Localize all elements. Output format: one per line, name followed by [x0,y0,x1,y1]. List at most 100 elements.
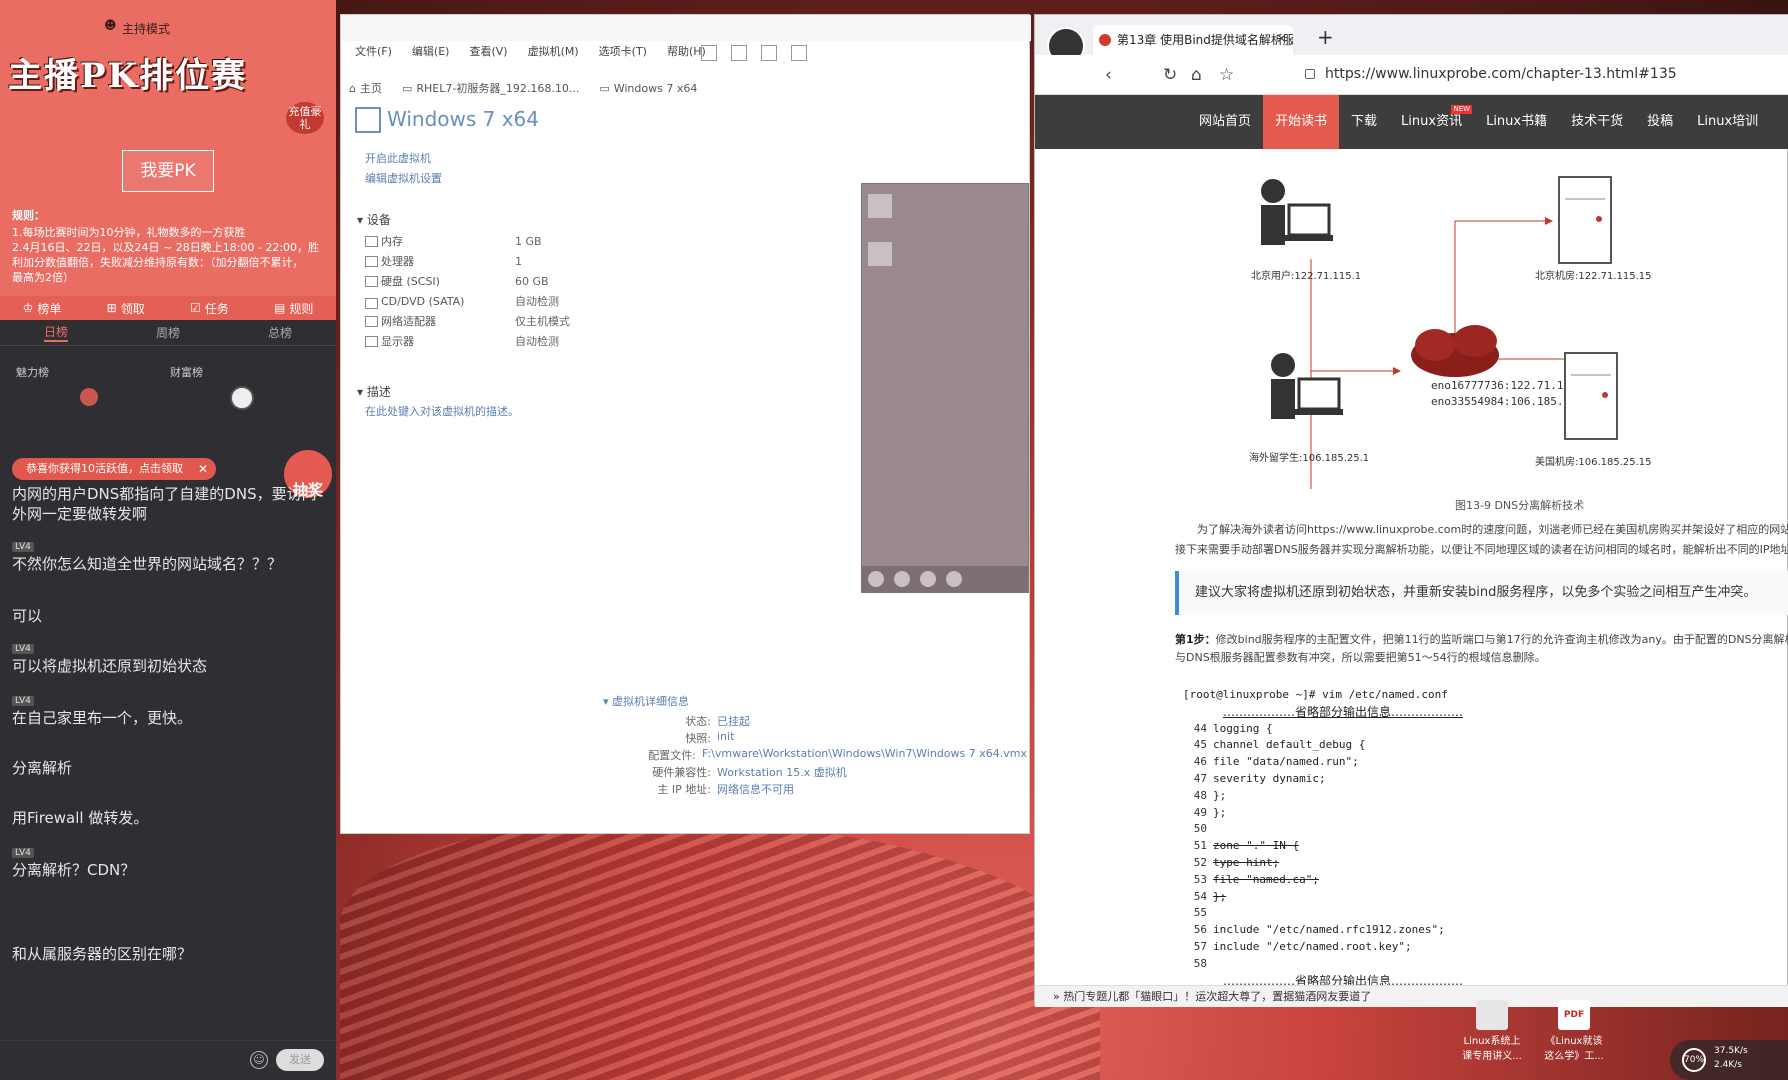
site-nav-item[interactable]: 开始读书 [1263,95,1340,149]
device-row[interactable]: 内存 1 GB [365,231,645,251]
paragraph-2: 接下来需要手动部署DNS服务器并实现分离解析功能，以便让不同地理区域的读者在访问… [1175,543,1788,556]
ranking-row: 魅力榜 财富榜 [0,356,336,426]
device-row[interactable]: 网络适配器 仅主机模式 [365,311,645,331]
reload-icon[interactable]: ↻ [1163,65,1177,85]
revert-icon[interactable] [761,45,777,61]
power-icon[interactable] [701,45,717,61]
gift-notice[interactable]: 恭喜你获得10活跃值，点击领取 ✕ [12,458,216,480]
fullscreen-icon[interactable] [791,45,807,61]
chat-message-text: 不然你怎么知道全世界的网站域名？？？ [12,555,283,573]
site-nav-item[interactable]: Linux培训 [1685,95,1770,149]
new-tab-icon[interactable]: + [1317,25,1334,49]
code-line: 46 file "data/named.run"; [1183,754,1788,771]
browser-tabbar: 第13章 使用Bind提供域名解析服务 ✕ + [1035,15,1788,65]
site-nav-item[interactable]: Linux资讯 NEW [1389,95,1474,149]
tab-rules[interactable]: ▤ 规则 [274,300,313,317]
code-line: 48}; [1183,788,1788,805]
site-nav-item[interactable]: Linux书籍 [1474,95,1559,149]
server-us-icon [1564,352,1618,440]
code-line-number: 54 [1193,889,1207,903]
avatar[interactable] [80,388,98,406]
vm-detail-key: 状态: [685,715,711,728]
description-field[interactable]: 在此处键入对该虚拟机的描述。 [365,403,519,419]
close-icon[interactable]: ✕ [198,458,208,480]
tab-daily[interactable]: 日榜 [43,323,68,342]
emoji-icon[interactable]: ☺ [250,1051,268,1069]
menu-file[interactable]: 文件(F) [355,43,392,65]
live-stream-panel: ☻ 主持模式 主播PK排位赛 充值豪礼 我要PK 规则： 1.每场比赛时间为10… [0,0,336,1080]
device-row[interactable]: CD/DVD (SATA) 自动检测 [365,291,645,311]
site-nav-item[interactable]: 网站首页 [1187,95,1263,149]
code-line-text: type hint; [1213,855,1280,869]
power-on-link[interactable]: 开启此虚拟机 [365,149,442,169]
device-name: 内存 [365,233,515,249]
vm-details-header[interactable]: ▾ 虚拟机详细信息 [603,693,1027,709]
menu-view[interactable]: 查看(V) [469,43,507,65]
tab-weekly[interactable]: 周榜 [156,324,180,341]
devices-header[interactable]: ▾ 设备 [357,211,391,228]
tab-rankings[interactable]: ♔ 榜单 [23,300,62,317]
host-mode-label: 主持模式 [122,22,171,36]
chat-message: 分离解析 [12,744,330,778]
vm-screen-preview[interactable] [861,183,1029,593]
device-row[interactable]: 显示器 自动检测 [365,331,645,351]
rules-title: 规则： [12,209,45,222]
edit-settings-link[interactable]: 编辑虚拟机设置 [365,169,442,189]
code-line: 57 include "/etc/named.root.key"; [1183,939,1788,956]
upload-speed: 37.5K/s [1714,1046,1748,1056]
chat-input-row: ☺ 发送 [0,1040,336,1080]
menu-vm[interactable]: 虚拟机(M) [528,43,579,65]
close-icon[interactable]: ✕ [1276,25,1287,55]
site-nav-item[interactable]: 下载 [1339,95,1389,149]
site-nav-item[interactable]: 技术干货 [1559,95,1635,149]
topup-gift-badge[interactable]: 充值豪礼 [286,102,324,134]
site-nav-item[interactable]: 投稿 [1635,95,1685,149]
code-line-text: severity dynamic; [1213,771,1326,785]
step-1-text-2: 与DNS根服务器配置参数有冲突，所以需要把第51～54行的根域信息删除。 [1175,651,1546,664]
desktop-file-lecture-notes[interactable]: Linux系统上课专用讲义... [1460,1000,1524,1062]
menu-help[interactable]: 帮助(H) [667,43,706,65]
rules-line-3: 最高为2倍） [12,271,74,284]
tab-total[interactable]: 总榜 [268,324,292,341]
send-button[interactable]: 发送 [276,1049,324,1071]
vm-detail-value: 网络信息不可用 [717,783,794,796]
url-field[interactable]: https://www.linuxprobe.com/chapter-13.ht… [1325,66,1677,82]
desktop-file-book-pdf[interactable]: PDF 《Linux就该这么学》工... [1542,1000,1606,1062]
device-value: 自动检测 [515,295,559,308]
tab-claim[interactable]: ⊞ 领取 [107,300,145,317]
menu-edit[interactable]: 编辑(E) [412,43,450,65]
recycle-bin-icon [868,194,892,218]
device-row[interactable]: 硬盘 (SCSI) 60 GB [365,271,645,291]
browser-tab[interactable]: 第13章 使用Bind提供域名解析服务 ✕ [1093,25,1293,55]
avatar[interactable] [230,386,254,410]
network-speed-widget[interactable]: 70% 37.5K/s 2.4K/s [1670,1040,1788,1080]
tab-home[interactable]: ⌂ 主页 [349,77,382,99]
user-beijing-label: 北京用户:122.71.115.1 [1251,269,1361,282]
server-us-label: 美国机房:106.185.25.15 [1535,455,1652,468]
code-line-number: 58 [1193,956,1207,970]
code-line-text: logging { [1213,721,1273,735]
device-name: CD/DVD (SATA) [365,295,515,309]
code-omit-line: ………………省略部分输出信息……………… [1223,704,1464,719]
tab-rhel7[interactable]: ▭ RHEL7-初服务器_192.168.10... [402,77,579,99]
vm-detail-row: 状态: 已挂起 [597,713,1027,730]
device-row[interactable]: 处理器 1 [365,251,645,271]
wealth-rank-label: 财富榜 [170,366,203,379]
menu-tabs[interactable]: 选项卡(T) [599,43,647,65]
back-icon[interactable]: ‹ [1105,65,1112,85]
status-news-text[interactable]: 热门专题儿都「猫眼口」！运次超大尊了，置据猫酒网友要道了 [1063,990,1371,1003]
new-badge: NEW [1451,105,1473,114]
snapshot-icon[interactable] [731,45,747,61]
description-header[interactable]: ▾ 描述 [357,383,391,400]
address-bar: ‹ ↻ ⌂ ☆ https://www.linuxprobe.com/chapt… [1035,55,1788,95]
pdf-icon: PDF [1558,1000,1590,1030]
tab-win7[interactable]: ▭ Windows 7 x64 [599,77,697,99]
home-icon[interactable]: ⌂ [1191,65,1202,85]
code-block: [root@linuxprobe ~]# vim /etc/named.conf… [1183,687,1788,999]
vmware-titlebar [341,15,1031,41]
chat-message-text: 分离解析？CDN？ [12,861,136,879]
tab-tasks[interactable]: ☑ 任务 [190,300,229,317]
chevron-down-icon[interactable]: » [1053,990,1060,1003]
pk-button[interactable]: 我要PK [122,150,214,192]
star-icon[interactable]: ☆ [1219,65,1234,85]
